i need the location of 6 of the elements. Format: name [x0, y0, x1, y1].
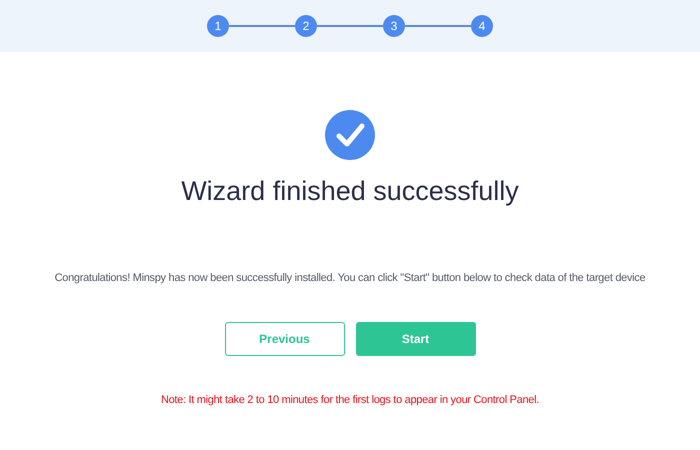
- check-icon: [325, 110, 375, 160]
- wizard-title: Wizard finished successfully: [181, 175, 519, 207]
- note-text: Note: It might take 2 to 10 minutes for the first logs to appear in your Control Panel.: [160, 392, 540, 408]
- previous-button[interactable]: Previous: [224, 322, 344, 356]
- success-message: Congratulations! Minspy has now been successfully installed. You can click "Start" button below to check data of the target device: [54, 271, 646, 286]
- start-button[interactable]: Start: [356, 322, 476, 356]
